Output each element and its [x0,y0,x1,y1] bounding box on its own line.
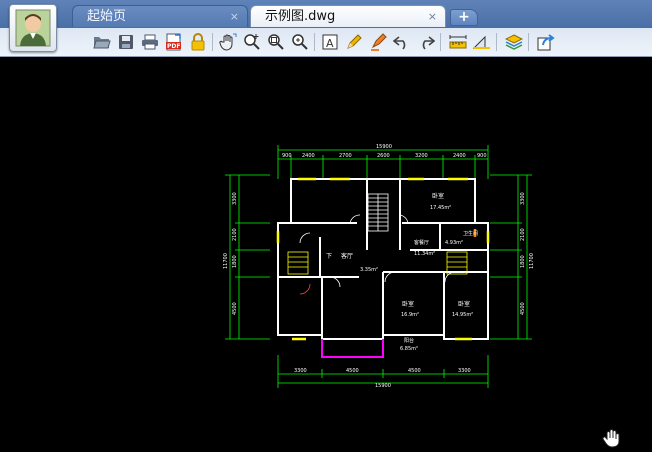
room-name: 卧室 [402,300,414,308]
zoom-window-icon[interactable] [266,32,286,52]
room-name: 卧室 [458,300,470,308]
toolbar-separator [496,33,497,51]
redo-icon[interactable] [416,32,436,52]
room-area: 6.85m² [400,346,418,352]
drawing-canvas[interactable]: 15900 900 2400 2700 2600 3200 2400 900 3… [0,57,652,448]
dimension-lines [225,145,532,388]
pan-hand-icon[interactable] [601,428,625,448]
lock-icon[interactable] [188,32,208,52]
room-area: 17.45m² [430,205,451,211]
measure-distance-icon[interactable] [448,32,468,52]
svg-text:A: A [326,37,334,50]
layers-icon[interactable] [504,32,524,52]
dim-right-total: 11700 [529,253,535,269]
dim-top-4: 3200 [415,153,428,159]
pencil-icon[interactable] [344,32,364,52]
toolbar-separator [440,33,441,51]
dim-top-0: 900 [282,153,292,159]
export-pdf-icon[interactable]: PDF [164,32,184,52]
tab-drawing-file[interactable]: 示例图.dwg × [250,5,446,27]
dim-top-1: 2400 [302,153,315,159]
user-avatar-button[interactable] [9,4,57,52]
room-name: 客厅 [341,252,353,260]
toolbar-separator [314,33,315,51]
tab-label: 示例图.dwg [265,9,336,24]
zoom-extents-icon[interactable] [290,32,310,52]
text-icon[interactable]: A [320,32,340,52]
dim-top-5: 2400 [453,153,466,159]
dim-bottom-1: 4500 [346,368,359,374]
room-name: 卧室 [432,192,444,200]
open-folder-icon[interactable] [92,32,112,52]
balcony [321,339,384,358]
toolbar: PDF A [64,30,652,54]
svg-text:PDF: PDF [167,43,180,50]
print-icon[interactable] [140,32,160,52]
new-tab-button[interactable]: + [450,9,478,26]
measure-area-icon[interactable] [472,32,492,52]
dim-right-0: 3300 [520,192,526,205]
dim-bottom-2: 4500 [408,368,421,374]
tab-close-icon[interactable]: × [230,6,239,28]
dim-left-1: 2100 [232,228,238,241]
toolbar-separator [212,33,213,51]
small-area: 3.35m² [360,267,378,273]
room-name: 阳台 [404,337,414,344]
room-area: 16.9m² [401,312,419,318]
room-name: 客餐厅 [414,239,429,246]
user-avatar-icon [15,9,51,47]
dim-top-3: 2600 [377,153,390,159]
room-area: 14.95m² [452,312,473,318]
floor-plan-drawing: 15900 900 2400 2700 2600 3200 2400 900 3… [223,144,535,389]
dim-top-2: 2700 [339,153,352,159]
dim-bottom-total: 15900 [375,383,391,389]
dim-right-1: 2100 [520,228,526,241]
share-icon[interactable] [536,32,556,52]
toolbar-separator [528,33,529,51]
dim-right-3: 4500 [520,302,526,315]
pan-hand-icon[interactable] [218,32,238,52]
dim-bottom-3: 3300 [458,368,471,374]
dim-left-0: 3300 [232,192,238,205]
tab-close-icon[interactable]: × [428,6,437,28]
tab-start-page[interactable]: 起始页 × [72,5,248,27]
highlighter-icon[interactable] [368,32,388,52]
stair-down-label: 下 [326,253,332,260]
room-area: 4.93m² [445,240,463,246]
dim-left-3: 4500 [232,302,238,315]
dim-bottom-0: 3300 [294,368,307,374]
room-name: 卫生间 [463,230,478,237]
dim-right-2: 1800 [520,255,526,268]
room-area: 11.34m² [414,251,435,257]
title-bar: 起始页 × 示例图.dwg × + PDF A [0,0,652,57]
zoom-in-icon[interactable] [242,32,262,52]
dim-top-total: 15900 [376,144,392,150]
dim-top-6: 900 [477,153,487,159]
dim-left-total: 11700 [223,253,229,269]
tab-label: 起始页 [87,9,127,24]
dim-left-2: 1800 [232,255,238,268]
save-icon[interactable] [116,32,136,52]
undo-icon[interactable] [392,32,412,52]
